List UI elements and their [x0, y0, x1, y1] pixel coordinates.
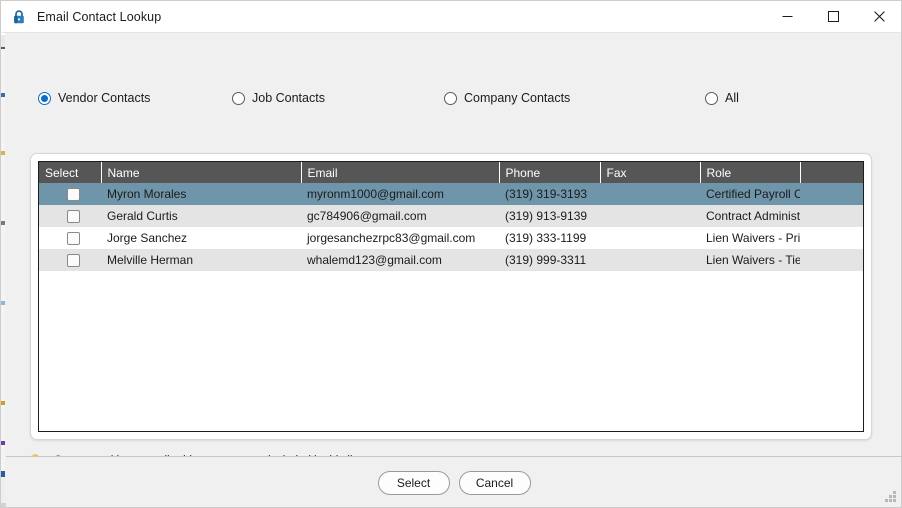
radio-job-contacts[interactable]: Job Contacts — [232, 87, 325, 109]
cell-email: myronm1000@gmail.com — [301, 183, 499, 205]
column-header-select[interactable]: Select — [39, 162, 102, 183]
grid-filler-cell — [39, 271, 863, 431]
row-checkbox[interactable] — [66, 231, 80, 245]
row-checkbox-cell[interactable] — [39, 249, 101, 271]
cell-fax — [600, 227, 700, 249]
cell-email: jorgesanchezrpc83@gmail.com — [301, 227, 499, 249]
row-checkbox-cell[interactable] — [39, 227, 101, 249]
radio-all-label: All — [725, 91, 739, 105]
maximize-button[interactable] — [810, 1, 856, 32]
column-header-role[interactable]: Role — [700, 162, 801, 183]
lock-icon — [11, 9, 27, 25]
radio-job-contacts-label: Job Contacts — [252, 91, 325, 105]
cell-spacer — [800, 183, 863, 205]
background-app-sliver — [1, 1, 5, 507]
table-row[interactable]: Jorge Sanchez jorgesanchezrpc83@gmail.co… — [39, 227, 863, 249]
title-bar[interactable]: Email Contact Lookup — [2, 1, 901, 33]
window-controls — [764, 1, 901, 32]
radio-job-contacts-mark — [232, 91, 245, 105]
row-checkbox[interactable] — [66, 187, 80, 201]
header-row: Select Name Email Phone Fax Role — [39, 162, 863, 183]
grid-empty-space — [39, 271, 863, 431]
dialog-window: Email Contact Lookup Vendor Contacts Job… — [0, 0, 902, 508]
contacts-grid[interactable]: Select Name Email Phone Fax Role Myron M… — [38, 161, 864, 432]
maximize-icon — [827, 11, 839, 22]
column-header-fax[interactable]: Fax — [600, 162, 701, 183]
row-checkbox-cell[interactable] — [39, 205, 101, 227]
cell-fax — [600, 249, 700, 271]
cell-role: Lien Waivers - Pri... — [700, 227, 800, 249]
table-row[interactable]: Myron Morales myronm1000@gmail.com (319)… — [39, 183, 863, 205]
contacts-table-header: Select Name Email Phone Fax Role — [39, 162, 863, 183]
window-title: Email Contact Lookup — [37, 9, 162, 24]
cell-spacer — [800, 205, 863, 227]
resize-grip[interactable] — [885, 491, 897, 503]
radio-all[interactable]: All — [705, 87, 739, 109]
contacts-grid-panel: Select Name Email Phone Fax Role Myron M… — [30, 153, 872, 440]
table-row[interactable]: Gerald Curtis gc784906@gmail.com (319) 9… — [39, 205, 863, 227]
minimize-button[interactable] — [764, 1, 810, 32]
cell-spacer — [800, 227, 863, 249]
cell-name: Melville Herman — [101, 249, 301, 271]
row-checkbox[interactable] — [66, 253, 80, 267]
radio-all-mark — [705, 91, 718, 105]
dialog-button-bar: Select Cancel — [6, 457, 901, 507]
radio-vendor-contacts-label: Vendor Contacts — [58, 91, 151, 105]
radio-vendor-contacts[interactable]: Vendor Contacts — [38, 87, 150, 109]
table-row[interactable]: Melville Herman whalemd123@gmail.com (31… — [39, 249, 863, 271]
cell-name: Jorge Sanchez — [101, 227, 301, 249]
column-header-spacer[interactable] — [800, 162, 863, 183]
close-icon — [873, 11, 885, 22]
column-header-name[interactable]: Name — [101, 162, 302, 183]
minimize-icon — [782, 16, 792, 17]
cell-fax — [600, 183, 700, 205]
cell-fax — [600, 205, 700, 227]
row-checkbox-cell[interactable] — [39, 183, 101, 205]
cell-email: whalemd123@gmail.com — [301, 249, 499, 271]
radio-company-contacts-label: Company Contacts — [464, 91, 571, 105]
radio-vendor-contacts-mark — [38, 91, 51, 105]
row-checkbox[interactable] — [66, 209, 80, 223]
cell-phone: (319) 319-3193 — [499, 183, 600, 205]
cell-phone: (319) 913-9139 — [499, 205, 600, 227]
radio-company-contacts-mark — [444, 91, 457, 105]
cell-phone: (319) 999-3311 — [499, 249, 600, 271]
cell-phone: (319) 333-1199 — [499, 227, 600, 249]
contacts-table-body: Myron Morales myronm1000@gmail.com (319)… — [39, 183, 863, 431]
contact-type-radio-group: Vendor Contacts Job Contacts Company Con… — [6, 87, 901, 111]
cell-role: Contract Administ... — [700, 205, 800, 227]
column-header-phone[interactable]: Phone — [499, 162, 601, 183]
dialog-client-area: Vendor Contacts Job Contacts Company Con… — [6, 33, 901, 507]
cell-role: Certified Payroll C... — [700, 183, 800, 205]
cell-spacer — [800, 249, 863, 271]
select-button[interactable]: Select — [377, 470, 450, 495]
cell-name: Gerald Curtis — [101, 205, 301, 227]
cell-role: Lien Waivers - Tier — [700, 249, 800, 271]
cell-email: gc784906@gmail.com — [301, 205, 499, 227]
close-button[interactable] — [856, 1, 901, 32]
cell-name: Myron Morales — [101, 183, 301, 205]
cancel-button[interactable]: Cancel — [458, 470, 531, 495]
radio-company-contacts[interactable]: Company Contacts — [444, 87, 570, 109]
column-header-email[interactable]: Email — [301, 162, 500, 183]
contacts-table: Select Name Email Phone Fax Role Myron M… — [39, 162, 863, 431]
